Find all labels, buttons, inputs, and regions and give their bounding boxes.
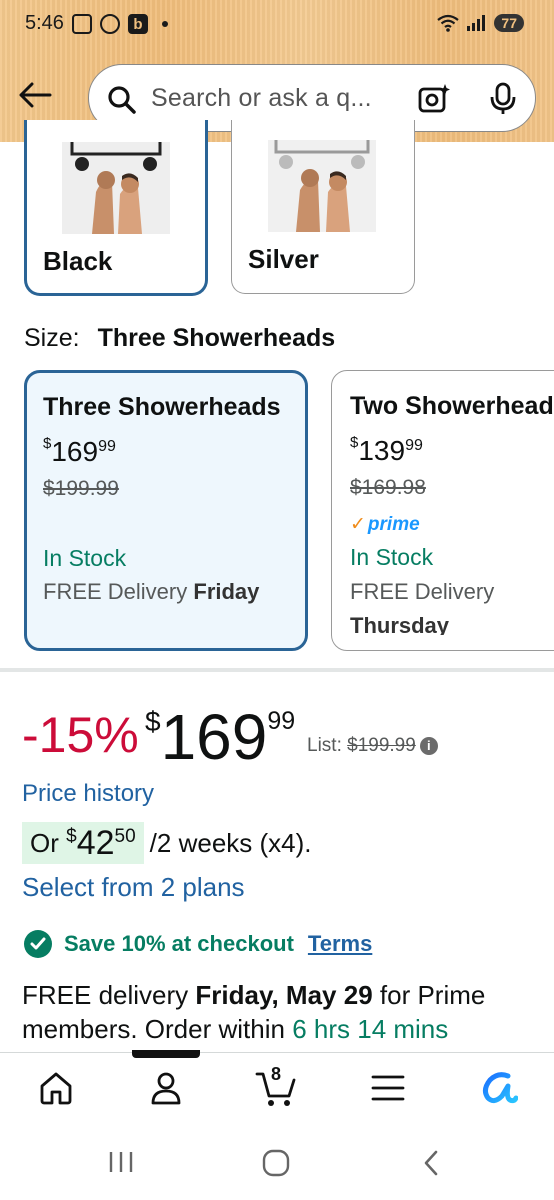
installment-highlight: Or $4250 [22, 822, 144, 864]
search-icon [107, 85, 137, 120]
promo-text: Save 10% at checkout [64, 931, 294, 956]
size-option-two-showerheads[interactable]: Two Showerheads $13999 $169.98 ✓ prime In… [331, 370, 554, 651]
product-thumbnail-silver [268, 140, 376, 232]
size-option-delivery: FREE Delivery Friday [43, 579, 260, 604]
screenshot-icon [72, 14, 92, 34]
recent-apps-icon[interactable] [108, 1148, 134, 1181]
back-arrow-icon[interactable] [18, 82, 52, 108]
promo-terms-link[interactable]: Terms [308, 931, 372, 957]
size-option-list-price: $199.99 [43, 477, 119, 500]
size-option-three-showerheads[interactable]: Three Showerheads $16999 $199.99 In Stoc… [24, 370, 308, 651]
list-price: List: $199.99 i [307, 735, 438, 757]
section-divider [0, 668, 554, 672]
microphone-icon[interactable] [489, 82, 517, 121]
color-option-silver[interactable]: Silver [231, 120, 415, 294]
home-icon[interactable] [34, 1066, 78, 1110]
size-selector-label: Size: Three Showerheads [24, 324, 335, 353]
prime-check-icon: ✓ [350, 514, 366, 535]
size-selected-value: Three Showerheads [97, 324, 336, 352]
status-bar: 5:46 b 77 [0, 10, 554, 42]
status-right: 77 [436, 14, 524, 32]
size-option-title: Two Showerheads [350, 392, 554, 420]
size-option-delivery-day: Thursday [350, 613, 450, 635]
size-option-stock: In Stock [350, 544, 434, 570]
signal-icon [466, 14, 488, 32]
size-option-delivery: FREE Delivery [350, 579, 495, 604]
size-option-price: $16999 [43, 435, 116, 467]
b-app-icon: b [128, 14, 148, 34]
status-time: 5:46 [25, 12, 64, 34]
color-option-black[interactable]: Black [24, 120, 208, 296]
size-key: Size: [24, 324, 80, 352]
cart-count-badge: 8 [271, 1064, 282, 1084]
current-price: $16999 [145, 701, 296, 773]
delivery-message: FREE delivery Friday, May 29 for Prime m… [22, 980, 486, 1044]
size-option-title: Three Showerheads [43, 393, 281, 421]
size-option-price: $13999 [350, 434, 423, 466]
notification-icons: b [72, 14, 168, 34]
cart-icon[interactable]: 8 [254, 1064, 298, 1110]
search-input[interactable]: Search or ask a q... [151, 84, 372, 113]
check-circle-icon [24, 930, 52, 958]
color-label-silver: Silver [248, 244, 319, 274]
discount-percent: -15% [22, 707, 139, 763]
more-notifications-dot-icon [162, 21, 168, 27]
promo-row: Save 10% at checkout Terms [24, 930, 372, 958]
color-label-black: Black [43, 246, 113, 276]
installment-terms: /2 weeks (x4). [149, 827, 312, 858]
back-button-icon[interactable] [420, 1148, 442, 1183]
messenger-icon [100, 14, 120, 34]
select-plans-link[interactable]: Select from 2 plans [22, 872, 245, 903]
camera-lens-icon[interactable] [417, 82, 451, 121]
battery-indicator: 77 [494, 14, 524, 32]
info-icon[interactable]: i [419, 737, 438, 755]
price-history-link[interactable]: Price history [22, 780, 154, 808]
installment-offer: Or $4250 /2 weeks (x4). [22, 822, 312, 864]
account-icon[interactable] [144, 1066, 188, 1110]
menu-icon[interactable] [366, 1066, 410, 1110]
prime-badge: ✓ prime [350, 514, 420, 535]
active-tab-indicator [132, 1050, 200, 1058]
rufus-assistant-icon[interactable] [476, 1066, 520, 1110]
home-button-icon[interactable] [262, 1148, 290, 1183]
size-option-stock: In Stock [43, 545, 127, 571]
product-thumbnail-black [62, 142, 170, 234]
size-option-list-price: $169.98 [350, 476, 426, 499]
wifi-icon [436, 14, 460, 32]
